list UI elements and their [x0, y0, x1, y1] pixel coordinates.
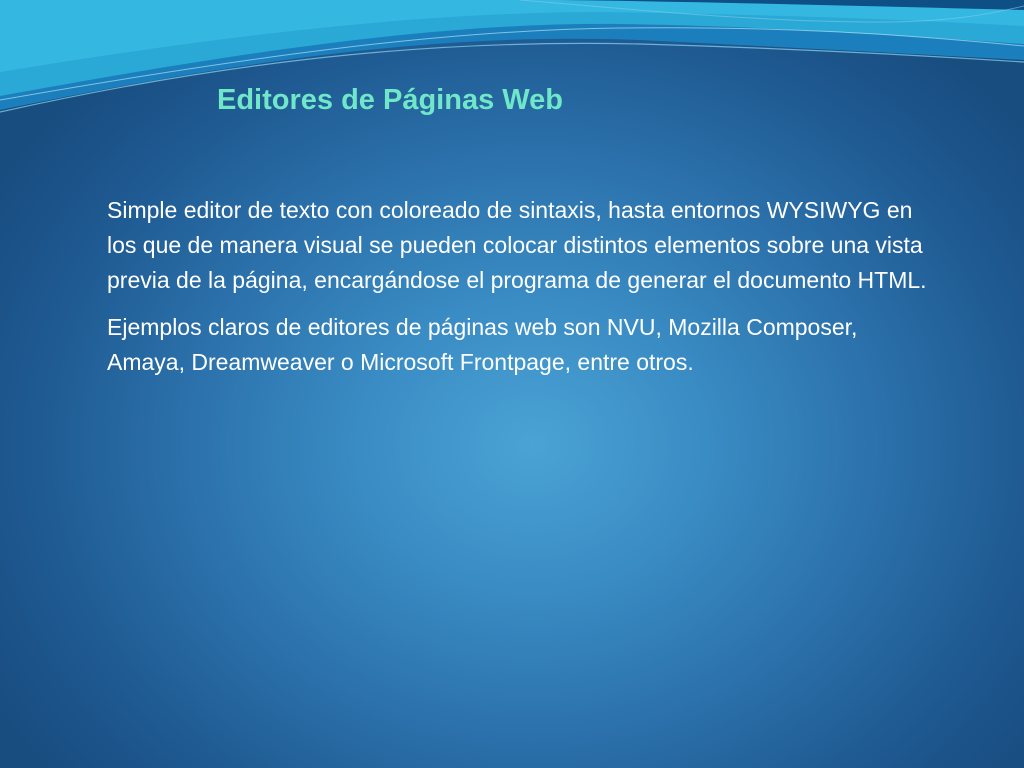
- slide-title: Editores de Páginas Web: [217, 84, 563, 116]
- paragraph-1: Simple editor de texto con coloreado de …: [107, 197, 927, 293]
- slide: Editores de Páginas Web Simple editor de…: [0, 0, 1024, 768]
- slide-body: Simple editor de texto con coloreado de …: [107, 193, 937, 392]
- paragraph-2: Ejemplos claros de editores de páginas w…: [107, 314, 858, 375]
